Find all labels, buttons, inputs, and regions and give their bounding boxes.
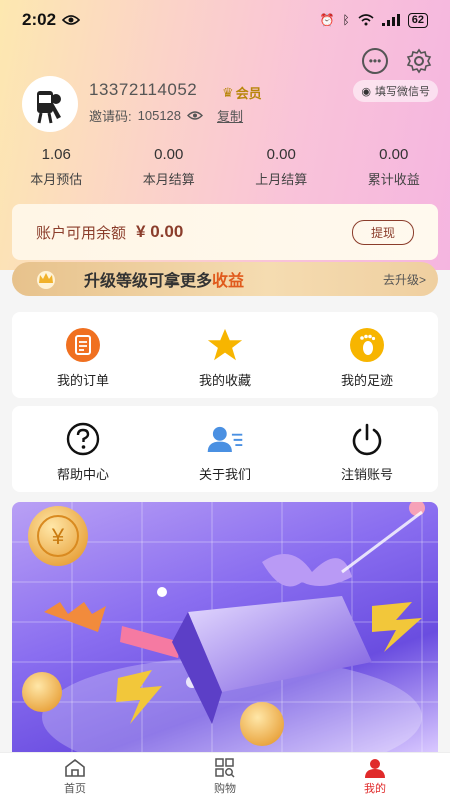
eye-icon [62,15,81,25]
wechat-icon: ◉ [361,85,371,98]
stat-value: 0.00 [266,146,296,163]
stat-label: 上月结算 [255,172,308,187]
bottom-tab-bar: 首页 购物 我的 [0,752,450,800]
upgrade-text-highlight: 收益 [212,273,245,290]
copy-button[interactable]: 复制 [217,106,243,125]
invite-code-row: 邀请码: 105128 复制 [89,106,243,125]
header-actions: ••• [362,48,432,74]
invite-label: 邀请码: [89,109,132,124]
menu-item-help[interactable]: 帮助中心 [12,406,154,492]
stat-item[interactable]: 1.06 本月预估 [0,146,113,188]
stat-item[interactable]: 0.00 累计收益 [338,146,450,188]
stat-item[interactable]: 0.00 本月结算 [113,146,226,188]
user-icon [365,758,385,778]
stat-value: 0.00 [154,146,184,163]
fill-wechat-label: 填写微信号 [375,86,430,98]
withdraw-button[interactable]: 提现 [351,219,414,245]
fill-wechat-button[interactable]: ◉ 填写微信号 [353,80,438,102]
tab-home[interactable]: 首页 [0,753,150,800]
promo-banner[interactable]: ¥ [12,502,438,752]
tab-label: 我的 [364,782,386,795]
footprint-icon [348,328,386,362]
upgrade-text-main: 升级等级可拿更多 [84,273,213,290]
stat-value: 0.00 [379,146,409,163]
message-icon[interactable]: ••• [362,48,388,74]
avatar-character-icon [37,91,61,124]
alarm-icon: ⏰ [319,13,335,27]
eye-icon[interactable] [187,110,204,121]
tab-shopping[interactable]: 购物 [150,753,300,800]
menu-label: 注销账号 [340,467,393,482]
stat-item[interactable]: 0.00 上月结算 [225,146,338,188]
gear-icon[interactable] [406,48,432,74]
tab-label: 首页 [64,782,86,795]
promo-banner-illustration: ¥ [12,502,438,752]
stat-label: 累计收益 [367,172,420,187]
home-icon [65,758,85,777]
menu-item-orders[interactable]: 我的订单 [12,312,154,398]
help-icon [64,422,102,456]
menu-card-primary: 我的订单 我的收藏 我的足迹 [12,312,438,398]
status-bar: 2:02 ⏰ ᛒ 62 [0,0,450,40]
grid-search-icon [215,757,235,778]
menu-item-footprints[interactable]: 我的足迹 [296,312,438,398]
earnings-stats: 1.06 本月预估 0.00 本月结算 0.00 上月结算 0.00 累计收益 [0,146,450,188]
invite-code: 105128 [137,108,182,123]
crown-icon: ♛ [222,84,234,100]
wifi-icon [358,14,374,26]
menu-label: 我的订单 [56,373,109,388]
order-icon [64,328,102,362]
about-icon [206,422,244,456]
balance-label: 账户可用余额 [36,224,127,242]
menu-item-favorites[interactable]: 我的收藏 [154,312,296,398]
signal-icon [381,14,400,26]
upgrade-banner[interactable]: 升级等级可拿更多收益 去升级> [12,262,438,296]
user-phone: 13372114052 [89,80,198,99]
power-icon [348,422,386,456]
stat-value: 1.06 [41,146,71,163]
bluetooth-icon: ᛒ [342,13,350,27]
vip-badge: ♛ 会员 [222,83,262,102]
battery-icon: 62 [407,12,428,28]
upgrade-text: 升级等级可拿更多收益 [84,267,244,291]
menu-item-about[interactable]: 关于我们 [154,406,296,492]
menu-card-secondary: 帮助中心 关于我们 注销账号 [12,406,438,492]
menu-label: 我的收藏 [198,373,251,388]
vip-label: 会员 [235,86,262,101]
menu-label: 关于我们 [198,467,251,482]
stat-label: 本月结算 [142,172,195,187]
menu-item-deactivate[interactable]: 注销账号 [296,406,438,492]
upgrade-link[interactable]: 去升级> [383,271,426,288]
avatar[interactable] [22,76,78,132]
stat-label: 本月预估 [30,172,83,187]
balance-card: 账户可用余额 ¥ 0.00 提现 [12,204,438,260]
crown-icon [37,271,55,289]
tab-mine[interactable]: 我的 [300,753,450,800]
star-icon [206,328,244,362]
menu-label: 帮助中心 [56,467,109,482]
status-time: 2:02 [22,10,57,29]
tab-label: 购物 [214,782,236,795]
svg-text:¥: ¥ [51,524,65,549]
menu-label: 我的足迹 [340,373,393,388]
balance-value: ¥ 0.00 [136,222,184,241]
